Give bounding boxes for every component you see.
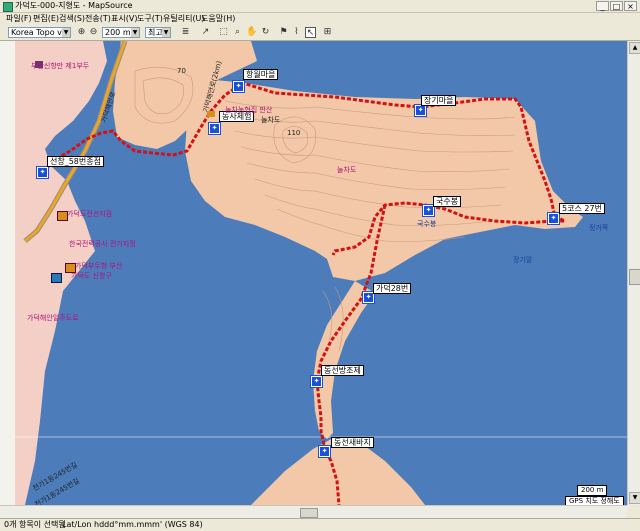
port-icon xyxy=(35,61,43,68)
menu-search[interactable]: 검색(S) xyxy=(59,13,85,25)
pointer-tool-icon[interactable]: ↖ xyxy=(305,27,316,38)
measure-icon[interactable]: ⊞ xyxy=(322,27,333,38)
menu-file[interactable]: 파일(F) xyxy=(6,13,32,25)
select-tool-icon[interactable]: ⬚ xyxy=(218,27,229,38)
detail-value: 최고 xyxy=(148,28,163,37)
hiker-icon[interactable]: ✦ xyxy=(547,212,560,225)
zoom-out-icon[interactable]: ⊖ xyxy=(88,27,99,38)
detail-select[interactable]: 최고 ▼ xyxy=(145,27,171,38)
waypoint-label[interactable]: 가덕28번 xyxy=(373,283,412,294)
menu-tools[interactable]: 도구(T) xyxy=(137,13,163,25)
window-title: 가덕도-000-지형도 - MapSource xyxy=(15,1,133,10)
toolbar: Korea Topo v1 ▼ ⊕ ⊖ 200 m ▼ 최고 ▼ ≣ ↗ ⬚ ⌕… xyxy=(0,25,640,41)
route-tool-icon[interactable]: ↗ xyxy=(200,27,211,38)
menu-utilities[interactable]: 유틸리티(U) xyxy=(163,13,205,25)
chevron-down-icon: ▼ xyxy=(162,28,170,37)
shop-icon xyxy=(65,263,76,273)
map-product-value: Korea Topo v1 xyxy=(11,28,67,37)
scroll-thumb[interactable] xyxy=(300,508,318,518)
waypoint-label[interactable]: 동선방조제 xyxy=(321,365,364,376)
zoom-tool-icon[interactable]: ⌕ xyxy=(232,27,243,38)
menu-help[interactable]: 도움말(H) xyxy=(201,13,235,25)
zoom-scale-value: 200 m xyxy=(105,28,131,37)
poi-label: 눌차농협집 판산 xyxy=(225,106,273,114)
poi-label: 가덕도 신항구 xyxy=(71,272,112,280)
maximize-button[interactable]: □ xyxy=(610,1,623,11)
app-icon xyxy=(3,2,13,12)
hiker-icon[interactable]: ✦ xyxy=(414,104,427,117)
waypoint-label[interactable]: 항월마을 xyxy=(243,69,279,80)
rotate-tool-icon[interactable]: ↻ xyxy=(260,27,271,38)
poi-label: 가덕도전선지점 xyxy=(67,210,113,218)
waypoint-label[interactable]: 선창_58번종점 xyxy=(47,156,104,167)
building-icon xyxy=(51,273,62,283)
chevron-down-icon: ▼ xyxy=(131,28,139,37)
poi-label: 국수봉 xyxy=(417,220,437,228)
scroll-up-icon[interactable]: ▲ xyxy=(629,42,640,54)
scroll-down-icon[interactable]: ▼ xyxy=(629,492,640,504)
peak-label: 70 xyxy=(177,67,186,75)
waypoint-label[interactable]: 국수봉 xyxy=(433,196,462,207)
hand-tool-icon[interactable]: ✋ xyxy=(246,27,257,38)
map-canvas[interactable]: ✦ 항월마을 ✦ 장기마을 ✦ 농사체험 ✦ 선창_58번종점 ✦ 국수봉 ✦ … xyxy=(15,41,627,505)
peak-label: 110 xyxy=(287,129,301,137)
poi-label: 장기말 xyxy=(513,256,533,264)
hiker-icon[interactable]: ✦ xyxy=(310,375,323,388)
poi-label: 한국전력공사 전가지점 xyxy=(69,240,136,248)
road-label: 가덕해안일주도로 xyxy=(27,314,79,322)
menu-view[interactable]: 표시(V) xyxy=(111,13,137,25)
hiker-icon[interactable]: ✦ xyxy=(318,445,331,458)
waypoint-label[interactable]: 5코스 27번 xyxy=(559,203,605,214)
hiker-icon[interactable]: ✦ xyxy=(208,122,221,135)
shop-icon xyxy=(57,211,68,221)
properties-icon[interactable]: ≣ xyxy=(180,27,191,38)
hiker-icon[interactable]: ✦ xyxy=(232,80,245,93)
scale-label: 200 m xyxy=(577,485,608,496)
selection-status: 0개 항목이 선택됨 xyxy=(4,520,66,529)
place-label: 눌차도 xyxy=(337,166,357,174)
chevron-down-icon: ▼ xyxy=(62,28,70,37)
map-product-select[interactable]: Korea Topo v1 ▼ xyxy=(8,27,71,38)
menu-bar: 파일(F) 편집(E) 검색(S) 전송(T) 표시(V) 도구(T) 유틸리티… xyxy=(0,13,640,25)
zoom-in-icon[interactable]: ⊕ xyxy=(76,27,87,38)
menu-edit[interactable]: 편집(E) xyxy=(33,13,59,25)
waypoint-label[interactable]: 동선새바지 xyxy=(331,437,374,448)
place-label: 눌차도 xyxy=(261,116,281,124)
close-button[interactable]: × xyxy=(624,1,637,11)
title-bar: 가덕도-000-지형도 - MapSource _ □ × xyxy=(0,0,640,13)
scroll-thumb[interactable] xyxy=(629,269,640,285)
zoom-scale-select[interactable]: 200 m ▼ xyxy=(102,27,140,38)
horizontal-scrollbar[interactable] xyxy=(0,505,627,519)
distance-tool-icon[interactable]: ⌇ xyxy=(291,27,302,38)
poi-label: 정거쪽 xyxy=(589,224,609,232)
hiker-icon[interactable]: ✦ xyxy=(36,166,49,179)
menu-transfer[interactable]: 전송(T) xyxy=(85,13,111,25)
left-gutter xyxy=(0,41,16,505)
waypoint-flag-icon[interactable]: ⚑ xyxy=(278,27,289,38)
farm-icon xyxy=(207,111,215,117)
waypoint-label[interactable]: 장기마을 xyxy=(421,95,457,106)
vertical-scrollbar[interactable]: ▲ ▼ xyxy=(627,41,640,505)
coordinate-format: Lat/Lon hddd°mm.mmm' (WGS 84) xyxy=(62,520,203,529)
minimize-button[interactable]: _ xyxy=(596,1,609,11)
poi-label: 가덕부두형 부산 xyxy=(75,262,123,270)
status-bar: 0개 항목이 선택됨 Lat/Lon hddd°mm.mmm' (WGS 84) xyxy=(0,518,640,531)
